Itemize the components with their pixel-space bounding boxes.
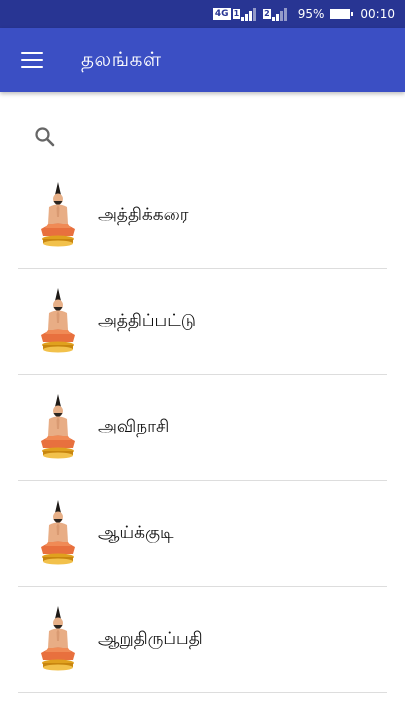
search-icon[interactable] (33, 125, 57, 149)
list-item[interactable]: அத்திப்பட்டு (18, 269, 387, 375)
page-title: தலங்கள் (81, 46, 162, 71)
place-name: அவிநாசி (98, 416, 170, 437)
signal-icon-2 (271, 7, 288, 21)
clock: 00:10 (360, 7, 395, 21)
network-type: 4G (212, 8, 231, 20)
saint-avatar-icon (38, 287, 78, 357)
battery-icon (330, 9, 354, 19)
hamburger-menu-icon[interactable] (21, 52, 43, 68)
place-name: ஆறுதிருப்பதி (98, 628, 203, 649)
list-item[interactable]: ஆய்க்குடி (18, 481, 387, 587)
saint-avatar-icon (38, 499, 78, 569)
place-name: அத்திக்கரை (98, 204, 189, 225)
place-name: அத்திப்பட்டு (98, 310, 196, 331)
battery-percent: 95% (297, 7, 325, 21)
list-item[interactable]: அவிநாசி (18, 375, 387, 481)
list-item[interactable]: ஆறுதிருப்பதி (18, 587, 387, 693)
sim2-label: 2 (263, 9, 271, 19)
status-bar: 4G 1 2 95% 00:10 (0, 0, 405, 28)
place-name: ஆய்க்குடி (98, 522, 174, 543)
signal-icon (241, 7, 257, 21)
saint-avatar-icon (38, 605, 78, 675)
app-bar: தலங்கள் (0, 28, 405, 92)
saint-avatar-icon (38, 181, 78, 251)
sim1-label: 1 (232, 9, 241, 19)
place-list: அத்திக்கரை அத்திப்பட்டு அவிநாசி ஆய்க்குட… (18, 163, 387, 693)
saint-avatar-icon (38, 393, 78, 463)
list-item[interactable]: அத்திக்கரை (18, 163, 387, 269)
